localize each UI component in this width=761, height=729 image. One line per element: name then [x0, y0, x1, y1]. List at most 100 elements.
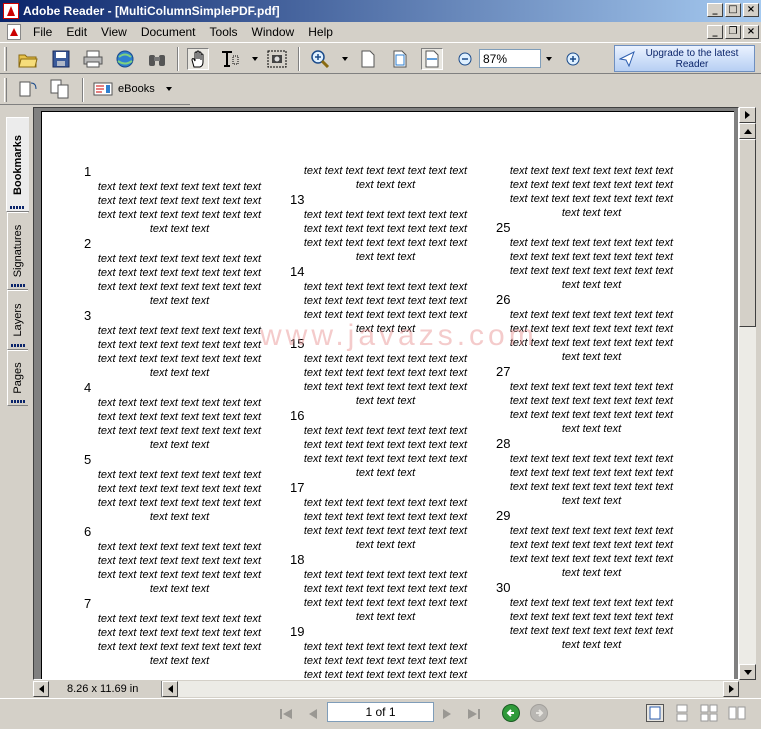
window-title: Adobe Reader - [MultiColumnSimplePDF.pdf…: [23, 4, 280, 18]
page-text-line: text text text text text text text text: [303, 353, 468, 365]
page-text-line: text text text text text text text text: [303, 511, 468, 523]
menu-document[interactable]: Document: [135, 25, 204, 39]
print-icon[interactable]: [82, 48, 104, 70]
menu-window[interactable]: Window: [246, 25, 303, 39]
page-text-line: text text text text text text text text: [303, 425, 468, 437]
page-column-3: text text text text text text text text t…: [494, 164, 689, 652]
page-text-line: text text text text text text text text: [303, 641, 468, 653]
continuous-facing-layout-icon[interactable]: [728, 704, 746, 722]
next-view-button[interactable]: [530, 704, 548, 722]
tab-pages[interactable]: Pages: [7, 350, 28, 406]
snapshot-icon[interactable]: [266, 48, 288, 70]
close-button[interactable]: ×: [743, 3, 759, 17]
text-select-icon[interactable]: [219, 48, 241, 70]
save-icon[interactable]: [50, 48, 72, 70]
page-text-line: text text text text text text text text: [303, 295, 468, 307]
scroll-page-right-button[interactable]: [739, 107, 756, 123]
page-text-line: text text text: [149, 439, 210, 451]
page-text-line: text text text text text text text text: [97, 181, 262, 193]
fit-width-icon[interactable]: [421, 48, 443, 70]
page-text-line: text text text: [561, 207, 622, 219]
section-number: 14: [290, 264, 305, 279]
rotate-page-icon[interactable]: [17, 78, 39, 100]
next-page-button[interactable]: [437, 704, 457, 724]
open-folder-icon[interactable]: [17, 48, 39, 70]
vertical-scrollbar[interactable]: [739, 107, 756, 680]
page-text-line: text text text text text text text text: [509, 193, 674, 205]
page-text-line: text text text text text text text text: [509, 539, 674, 551]
scroll-left-small-button[interactable]: [162, 681, 178, 697]
horizontal-scrollbar[interactable]: 8.26 x 11.69 in: [33, 681, 739, 697]
upgrade-label: Upgrade to the latest Reader: [645, 47, 739, 70]
ebooks-label[interactable]: eBooks: [118, 83, 155, 95]
adobe-reader-window: Adobe Reader - [MultiColumnSimplePDF.pdf…: [0, 0, 761, 729]
tab-signatures[interactable]: Signatures: [7, 212, 28, 290]
menu-file[interactable]: File: [27, 25, 60, 39]
tab-bookmarks[interactable]: Bookmarks: [6, 117, 29, 212]
copy-pages-icon[interactable]: [49, 78, 71, 100]
page-text-line: text text text text text text text text: [509, 179, 674, 191]
page-text-line: text text text text text text text text: [97, 209, 262, 221]
vertical-scroll-thumb[interactable]: [739, 139, 756, 327]
page-text-line: text text text: [149, 655, 210, 667]
previous-view-button[interactable]: [502, 704, 520, 722]
tab-layers[interactable]: Layers: [7, 290, 28, 350]
first-page-button[interactable]: [276, 704, 296, 724]
document-viewport[interactable]: 1 text text text text text text text text…: [33, 107, 739, 680]
ebooks-icon[interactable]: [92, 78, 114, 100]
page-text-line: text text text text text text text text: [97, 339, 262, 351]
maximize-button[interactable]: □: [725, 3, 741, 17]
upgrade-button[interactable]: Upgrade to the latest Reader: [614, 45, 755, 72]
page-number-input[interactable]: 1 of 1: [327, 702, 434, 722]
page-text-line: text text text: [561, 279, 622, 291]
page-size-label: 8.26 x 11.69 in: [49, 681, 162, 697]
paper-plane-icon: [619, 51, 635, 67]
page-text-line: text text text text text text text text: [97, 325, 262, 337]
zoom-out-icon[interactable]: [454, 48, 476, 70]
pdf-page: 1 text text text text text text text text…: [41, 111, 734, 679]
document-icon[interactable]: [7, 24, 21, 40]
scroll-down-button[interactable]: [739, 664, 756, 680]
page-text-line: text text text text text text text text: [303, 497, 468, 509]
menu-edit[interactable]: Edit: [60, 25, 95, 39]
search-binoculars-icon[interactable]: [146, 48, 168, 70]
navigation-tabs: Bookmarks Signatures Layers Pages: [0, 107, 33, 680]
continuous-layout-icon[interactable]: [674, 704, 692, 722]
email-icon[interactable]: [114, 48, 136, 70]
zoom-in-small-icon[interactable]: [562, 48, 584, 70]
scroll-up-button[interactable]: [739, 123, 756, 139]
page-text-line: text text text text text text text text: [509, 553, 674, 565]
facing-layout-icon[interactable]: [700, 704, 718, 722]
single-page-layout-icon[interactable]: [646, 704, 664, 722]
previous-page-button[interactable]: [303, 704, 323, 724]
menu-bar: File Edit View Document Tools Window Hel…: [0, 22, 761, 42]
menu-tools[interactable]: Tools: [204, 25, 246, 39]
doc-minimize-button[interactable]: _: [707, 25, 723, 39]
page-text-line: text text text text text text text text: [303, 439, 468, 451]
zoom-level-input[interactable]: 87%: [479, 49, 541, 68]
hand-tool-icon[interactable]: [187, 48, 209, 70]
page-text-line: text text text text text text text text: [97, 281, 262, 293]
last-page-button[interactable]: [464, 704, 484, 724]
page-text-line: text text text text text text text text: [303, 583, 468, 595]
menu-help[interactable]: Help: [302, 25, 341, 39]
page-text-line: text text text text text text text text: [509, 251, 674, 263]
page-text-line: text text text text text text text text: [509, 597, 674, 609]
menu-view[interactable]: View: [95, 25, 135, 39]
page-text-line: text text text text text text text text: [509, 525, 674, 537]
actual-size-icon[interactable]: [357, 48, 379, 70]
zoom-in-icon[interactable]: [309, 48, 331, 70]
scroll-right-button[interactable]: [723, 681, 739, 697]
doc-restore-button[interactable]: ❐: [725, 25, 741, 39]
fit-page-icon[interactable]: [389, 48, 411, 70]
minimize-button[interactable]: _: [707, 3, 723, 17]
toolbar-grip[interactable]: [4, 47, 7, 71]
section-number: 25: [496, 220, 511, 235]
title-bar[interactable]: Adobe Reader - [MultiColumnSimplePDF.pdf…: [0, 0, 761, 22]
page-text-line: text text text: [149, 511, 210, 523]
page-text-line: text text text: [355, 395, 416, 407]
scroll-left-button[interactable]: [33, 681, 49, 697]
doc-close-button[interactable]: ×: [743, 25, 759, 39]
page-text-line: text text text text text text text text: [303, 165, 468, 177]
page-text-line: text text text text text text text text: [97, 613, 262, 625]
